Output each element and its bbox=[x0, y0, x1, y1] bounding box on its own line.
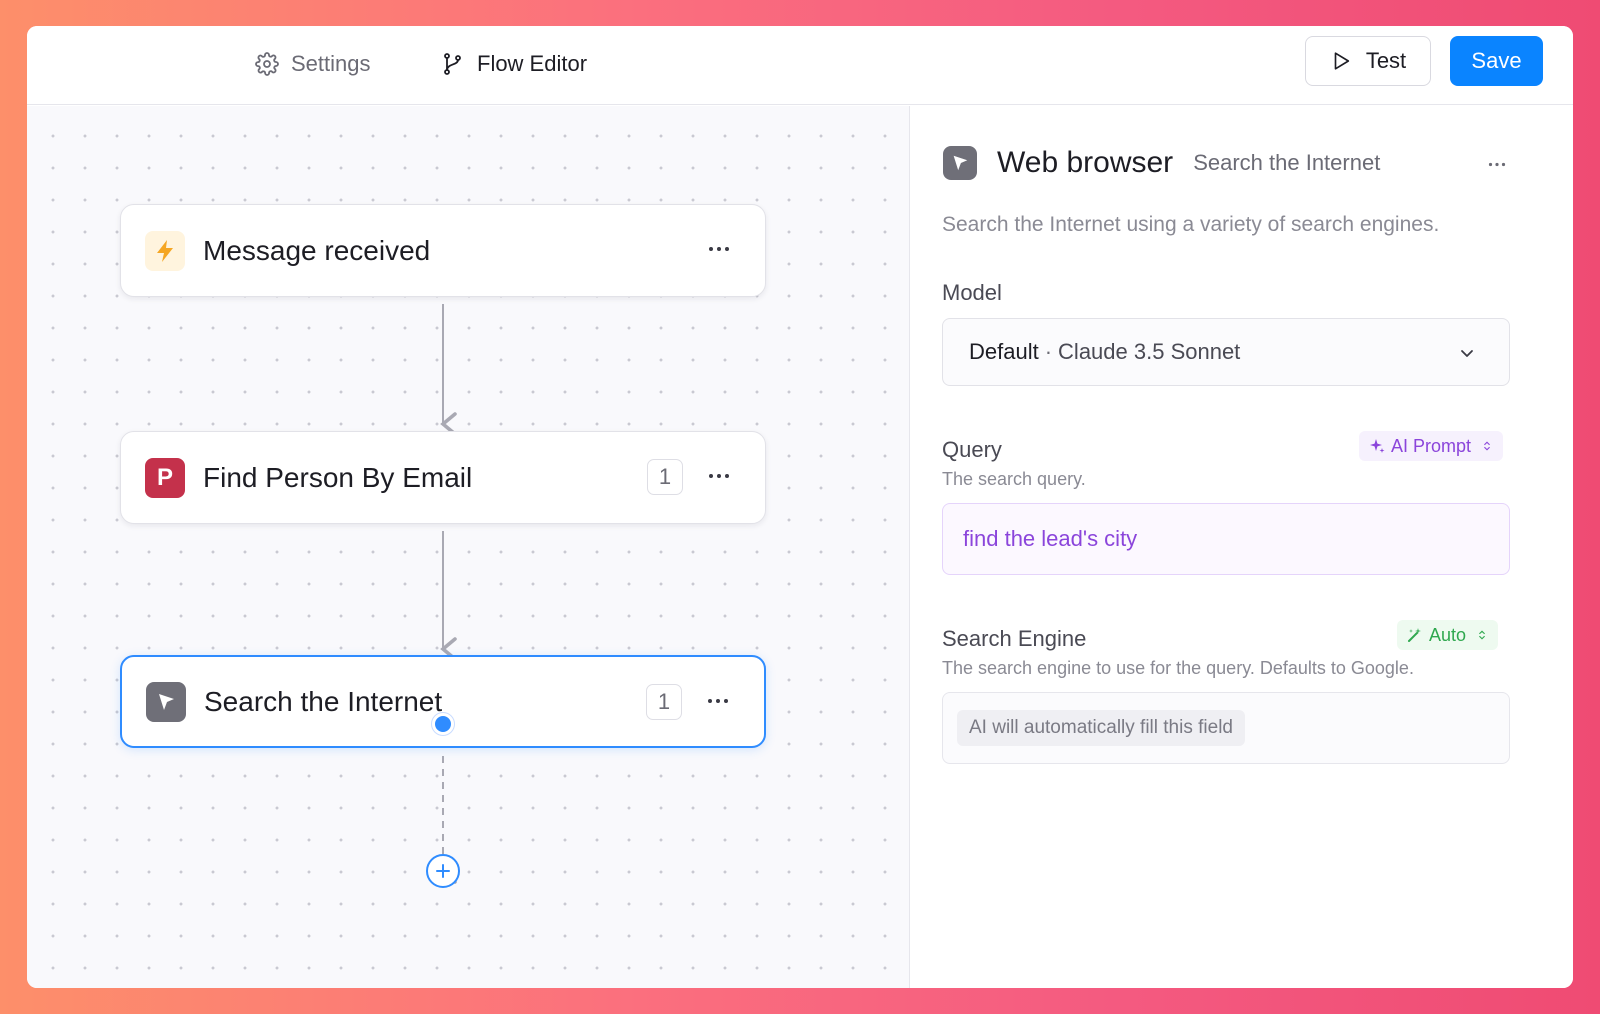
play-icon bbox=[1334, 52, 1349, 70]
save-button[interactable]: Save bbox=[1450, 36, 1543, 86]
test-button[interactable]: Test bbox=[1305, 36, 1431, 86]
test-button-label: Test bbox=[1365, 48, 1407, 73]
add-step-button[interactable] bbox=[426, 854, 460, 888]
chevron-down-icon bbox=[1461, 350, 1473, 357]
auto-label: Auto bbox=[1429, 624, 1467, 645]
more-options-icon[interactable] bbox=[704, 687, 732, 715]
tab-settings[interactable]: Settings bbox=[255, 46, 371, 82]
node-output-handle[interactable] bbox=[432, 713, 454, 735]
flow-node-find-person[interactable]: P Find Person By Email 1 bbox=[120, 431, 766, 524]
more-options-icon[interactable] bbox=[705, 462, 733, 490]
tab-flow-editor-label: Flow Editor bbox=[477, 51, 588, 76]
search-engine-input[interactable]: AI will automatically fill this field bbox=[942, 692, 1510, 764]
chevron-up-down-icon bbox=[1479, 630, 1485, 640]
model-select-separator: · bbox=[1044, 339, 1053, 364]
auto-mode-toggle[interactable]: Auto bbox=[1397, 620, 1499, 650]
model-select[interactable]: Default · Claude 3.5 Sonnet bbox=[942, 318, 1510, 386]
gear-icon bbox=[255, 52, 279, 76]
git-branch-icon bbox=[444, 53, 461, 75]
query-label: Query bbox=[942, 437, 1002, 462]
tab-settings-label: Settings bbox=[291, 51, 371, 76]
flow-canvas[interactable]: Message received P Find Person By Email … bbox=[27, 106, 910, 988]
query-help: The search query. bbox=[942, 469, 1086, 489]
node-title: Find Person By Email bbox=[203, 461, 473, 493]
lightning-icon bbox=[145, 230, 185, 271]
model-select-default: Default bbox=[969, 339, 1039, 364]
cursor-arrow-icon bbox=[943, 146, 977, 180]
panel-title: Web browser bbox=[997, 146, 1174, 179]
flow-node-message-received[interactable]: Message received bbox=[120, 204, 766, 297]
step-config-panel: Web browser Search the Internet Search t… bbox=[911, 106, 1573, 988]
tab-flow-editor[interactable]: Flow Editor bbox=[441, 46, 587, 82]
node-title: Search the Internet bbox=[204, 685, 443, 717]
more-options-icon[interactable] bbox=[705, 235, 733, 263]
p-logo-icon: P bbox=[145, 457, 185, 498]
search-engine-label: Search Engine bbox=[942, 626, 1087, 651]
ai-prompt-mode-toggle[interactable]: AI Prompt bbox=[1359, 431, 1504, 461]
model-label: Model bbox=[942, 280, 1002, 305]
node-count-badge: 1 bbox=[647, 459, 683, 495]
model-select-value: Claude 3.5 Sonnet bbox=[1058, 339, 1241, 364]
chevron-up-down-icon bbox=[1484, 441, 1490, 451]
cursor-arrow-icon bbox=[146, 681, 186, 722]
node-title: Message received bbox=[203, 234, 431, 266]
auto-fill-placeholder: AI will automatically fill this field bbox=[957, 710, 1245, 746]
magic-wand-icon bbox=[1408, 628, 1421, 642]
sparkle-icon bbox=[1370, 439, 1385, 453]
panel-description: Search the Internet using a variety of s… bbox=[942, 213, 1440, 236]
node-count-badge: 1 bbox=[646, 684, 682, 720]
app-window: Settings Flow Editor Test Save Message r… bbox=[27, 26, 1573, 988]
ai-prompt-label: AI Prompt bbox=[1391, 435, 1472, 456]
top-bar: Settings Flow Editor Test Save bbox=[27, 26, 1573, 105]
query-input[interactable]: find the lead's city bbox=[942, 503, 1510, 575]
panel-more-options-icon[interactable] bbox=[1483, 150, 1511, 178]
search-engine-help: The search engine to use for the query. … bbox=[942, 658, 1414, 678]
panel-header: Web browser Search the Internet bbox=[943, 146, 1380, 180]
panel-subtitle: Search the Internet bbox=[1193, 150, 1381, 175]
plus-icon bbox=[436, 864, 450, 878]
